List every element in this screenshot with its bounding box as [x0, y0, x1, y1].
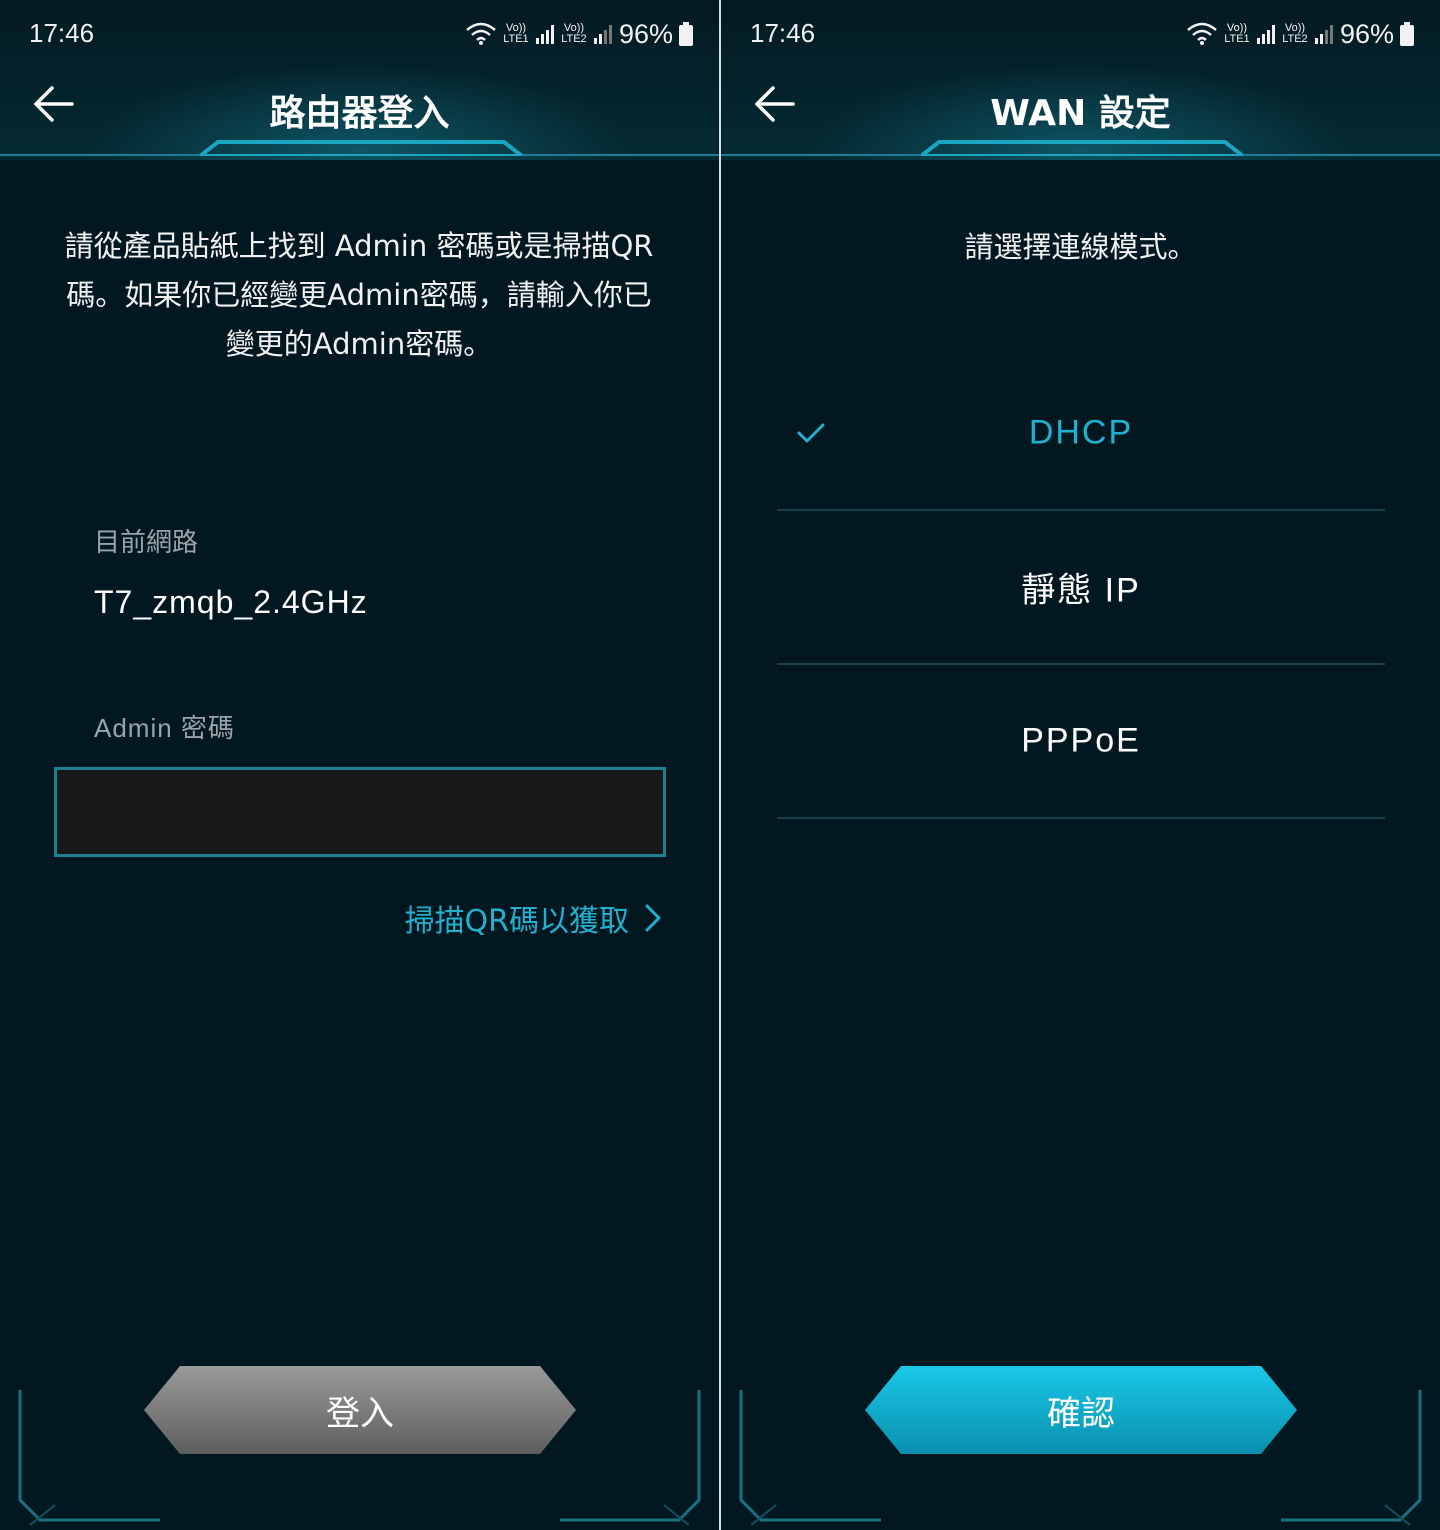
status-time: 17:46 [29, 18, 95, 48]
signal-icon [535, 25, 554, 44]
header-tab-decoration [200, 140, 522, 156]
option-pppoe[interactable]: PPPoE [777, 665, 1385, 819]
status-bar-icons: Vo)) LTE1 Vo)) LTE2 96% [1186, 16, 1414, 52]
wifi-icon [1187, 22, 1217, 45]
router-login-screen: 17:46 Vo)) LTE1 Vo)) LTE2 96% 路由器登入 請從產品… [0, 0, 719, 1530]
sim1-label: Vo)) LTE1 [503, 22, 529, 45]
sim2-label: Vo)) LTE2 [561, 22, 587, 45]
login-button[interactable]: 登入 [144, 1366, 576, 1454]
scan-qr-label: 掃描QR碼以獲取 [404, 904, 629, 939]
admin-password-label: Admin 密碼 [94, 713, 235, 743]
signal-icon [593, 25, 612, 44]
page-title: 路由器登入 [269, 93, 450, 134]
option-dhcp[interactable]: DHCP [777, 357, 1385, 511]
sim2-label: Vo)) LTE2 [1282, 22, 1308, 45]
signal-icon [1256, 25, 1275, 44]
battery-percent: 96% [1339, 18, 1394, 49]
battery-icon [679, 22, 693, 46]
chevron-right-icon [645, 904, 661, 932]
status-time: 17:46 [750, 18, 816, 48]
login-button-label: 登入 [326, 1393, 394, 1434]
connection-mode-prompt: 請選擇連線模式。 [964, 230, 1197, 264]
option-static-ip[interactable]: 靜態 IP [777, 511, 1385, 665]
confirm-button[interactable]: 確認 [865, 1366, 1297, 1454]
screens: 17:46 Vo)) LTE1 Vo)) LTE2 96% 路由器登入 請從產品… [0, 0, 1440, 1530]
admin-password-input[interactable] [54, 767, 666, 857]
signal-icon [1314, 25, 1333, 44]
intro-text: 請從產品貼紙上找到 Admin 密碼或是掃描QR碼。如果你已經變更Admin密碼… [64, 229, 654, 361]
current-network-value: T7_zmqb_2.4GHz [94, 584, 368, 620]
battery-icon [1400, 22, 1414, 46]
option-label: 靜態 IP [1021, 571, 1141, 610]
option-label: DHCP [1028, 413, 1134, 452]
wan-settings-screen: 17:46 Vo)) LTE1 Vo)) LTE2 96% WAN 設定 請選擇… [721, 0, 1440, 1530]
status-bar-icons: Vo)) LTE1 Vo)) LTE2 96% [465, 16, 693, 52]
wifi-icon [466, 22, 496, 45]
battery-percent: 96% [618, 18, 673, 49]
scan-qr-link[interactable]: 掃描QR碼以獲取 [405, 896, 661, 940]
header-tab-decoration [921, 140, 1243, 156]
confirm-button-label: 確認 [1047, 1393, 1115, 1434]
option-label: PPPoE [1021, 721, 1141, 760]
page-title: WAN 設定 [990, 93, 1171, 134]
current-network-label: 目前網路 [94, 528, 199, 558]
sim1-label: Vo)) LTE1 [1224, 22, 1250, 45]
